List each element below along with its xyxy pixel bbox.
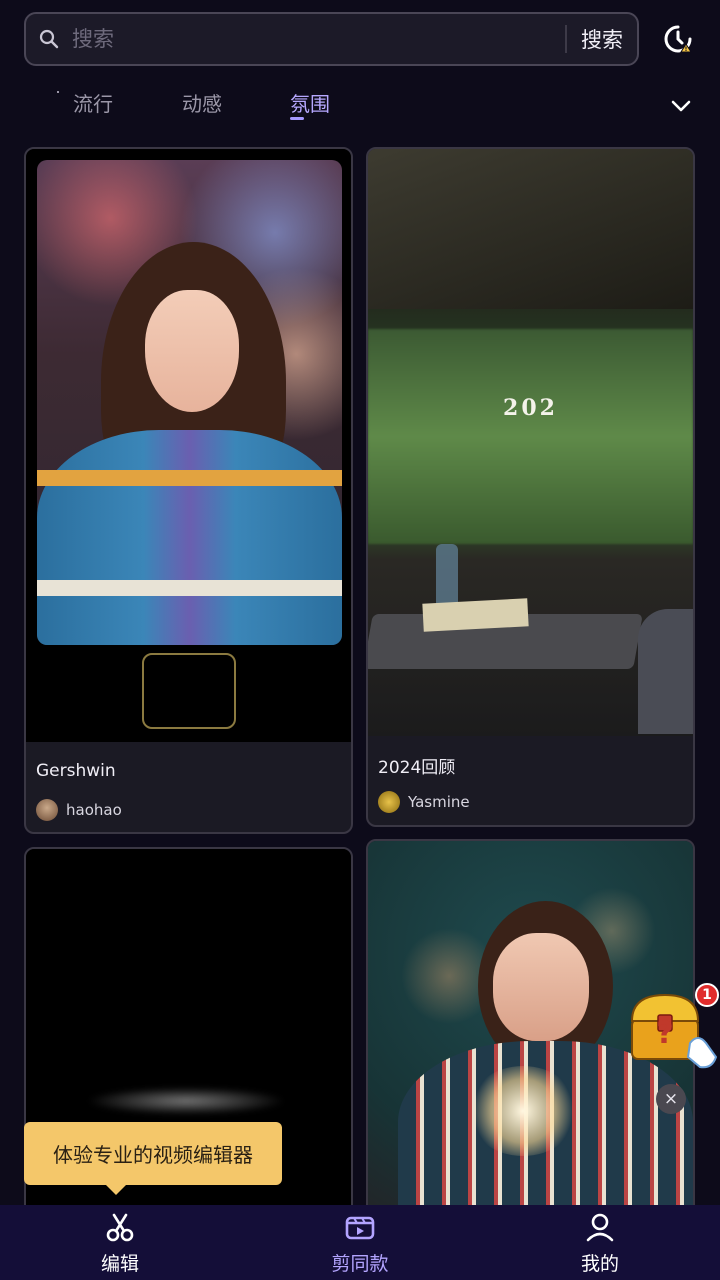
card-author: Yasmine	[378, 791, 470, 813]
nav-edit-label: 编辑	[100, 1253, 139, 1275]
tooltip-arrow	[105, 1184, 127, 1195]
template-thumbnail: 202	[368, 149, 693, 736]
author-name: Yasmine	[408, 793, 470, 811]
scissors-icon	[104, 1211, 136, 1243]
dot-marker	[57, 91, 59, 93]
nav-templates[interactable]: 剪同款	[300, 1205, 420, 1280]
notification-badge: 1	[695, 983, 719, 1007]
card-title: 2024回顾	[378, 758, 456, 778]
tab-popular[interactable]: 流行	[73, 88, 113, 117]
nav-profile-label: 我的	[580, 1253, 619, 1275]
search-icon	[26, 14, 72, 64]
editor-tooltip: 体验专业的视频编辑器	[24, 1122, 282, 1185]
template-card[interactable]: 202 2024回顾 Yasmine	[366, 147, 695, 827]
nav-profile[interactable]: 我的	[540, 1205, 660, 1280]
template-card[interactable]: Gershwin haohao	[24, 147, 353, 834]
category-tabs: 流行 动感 氛围	[0, 80, 720, 130]
avatar	[378, 791, 400, 813]
profile-icon	[584, 1211, 616, 1243]
card-author: haohao	[36, 799, 122, 821]
nav-templates-label: 剪同款	[331, 1253, 389, 1275]
active-tab-indicator	[290, 117, 304, 120]
tab-dynamic[interactable]: 动感	[182, 88, 222, 117]
close-icon[interactable]: ×	[656, 1084, 686, 1114]
search-button[interactable]: 搜索	[567, 14, 637, 64]
overlay-text: 202	[503, 395, 558, 421]
svg-text:?: ?	[656, 1016, 673, 1051]
avatar	[36, 799, 58, 821]
tab-atmosphere[interactable]: 氛围	[290, 88, 330, 117]
template-thumbnail	[26, 149, 351, 742]
card-title: Gershwin	[36, 761, 116, 781]
template-icon	[344, 1211, 376, 1243]
chevron-down-icon[interactable]	[668, 96, 694, 116]
author-name: haohao	[66, 801, 122, 819]
search-bar: 搜索	[24, 12, 639, 66]
search-input[interactable]	[72, 14, 565, 64]
nav-edit[interactable]: 编辑	[60, 1205, 180, 1280]
svg-text:!: !	[685, 46, 688, 53]
history-clock-icon[interactable]: !	[660, 21, 696, 57]
bottom-nav: 编辑 剪同款 我的	[0, 1205, 720, 1280]
